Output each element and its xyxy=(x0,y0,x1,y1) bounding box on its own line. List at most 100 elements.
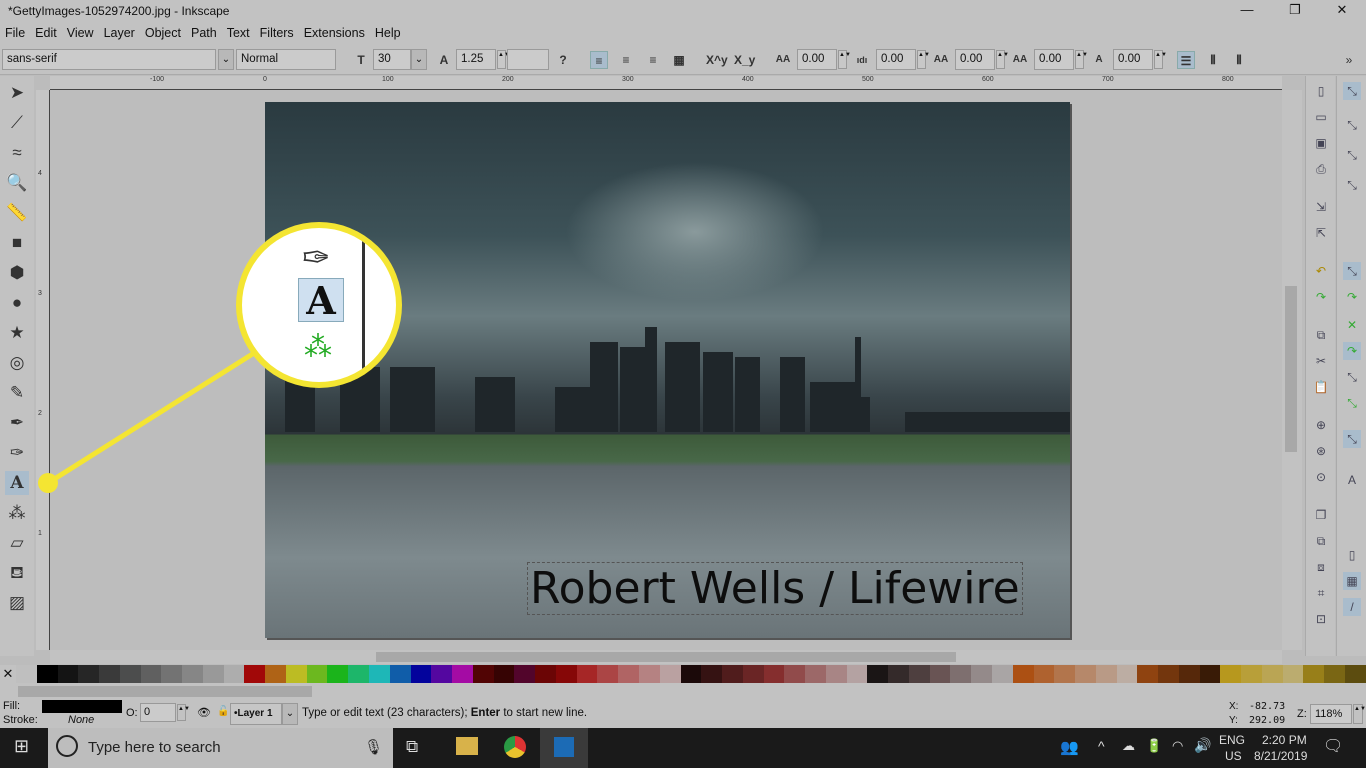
zoom-stepper[interactable]: ▲▼ xyxy=(1353,704,1366,724)
color-swatch[interactable] xyxy=(161,665,183,683)
zoom-input[interactable]: 118% xyxy=(1310,704,1352,724)
color-swatch[interactable] xyxy=(867,665,889,683)
color-swatch[interactable] xyxy=(265,665,286,683)
duplicate-icon[interactable]: ❐ xyxy=(1312,506,1330,524)
network-error-icon[interactable]: ☁ xyxy=(1122,738,1135,754)
color-swatch[interactable] xyxy=(348,665,370,683)
no-paint-swatch[interactable]: ✕ xyxy=(0,665,16,683)
color-swatch[interactable] xyxy=(763,665,785,683)
volume-icon[interactable]: 🔊 xyxy=(1194,737,1211,754)
snap-path-icon[interactable]: ↷ xyxy=(1343,288,1361,306)
color-swatch[interactable] xyxy=(701,665,723,683)
color-swatch[interactable] xyxy=(1033,665,1055,683)
layer-lock-icon[interactable]: 🔓 xyxy=(217,706,229,717)
snap-intersection-icon[interactable]: ✕ xyxy=(1343,316,1361,334)
color-swatch[interactable] xyxy=(389,665,411,683)
clock-time[interactable]: 2:20 PM xyxy=(1262,733,1307,747)
horizontal-scrollbar[interactable] xyxy=(50,650,1282,664)
color-swatch[interactable] xyxy=(680,665,702,683)
battery-icon[interactable]: 🔋 xyxy=(1146,738,1162,754)
save-icon[interactable]: ▣ xyxy=(1312,134,1330,152)
color-swatch[interactable] xyxy=(888,665,909,683)
scrollbar-thumb[interactable] xyxy=(376,652,956,662)
task-view-icon[interactable]: ⧉ xyxy=(406,737,418,757)
color-swatch[interactable] xyxy=(576,665,598,683)
color-swatch[interactable] xyxy=(140,665,162,683)
color-swatch[interactable] xyxy=(285,665,307,683)
clone-icon[interactable]: ⧉ xyxy=(1312,532,1330,550)
zoom-selection-icon[interactable]: ⊕ xyxy=(1312,416,1330,434)
color-swatch[interactable] xyxy=(452,665,473,683)
paste-icon[interactable]: 📋 xyxy=(1312,378,1330,396)
color-swatch[interactable] xyxy=(1012,665,1034,683)
color-swatch[interactable] xyxy=(784,665,806,683)
color-swatch[interactable] xyxy=(1282,665,1304,683)
color-swatch[interactable] xyxy=(846,665,868,683)
color-swatch[interactable] xyxy=(825,665,847,683)
new-document-icon[interactable]: ▯ xyxy=(1312,82,1330,100)
layer-visibility-icon[interactable]: 👁 xyxy=(197,706,211,719)
color-swatch[interactable] xyxy=(950,665,972,683)
opacity-stepper[interactable]: ▲▼ xyxy=(177,704,190,721)
zoom-drawing-icon[interactable]: ⊛ xyxy=(1312,442,1330,460)
color-swatch[interactable] xyxy=(1137,665,1159,683)
color-swatch[interactable] xyxy=(1095,665,1117,683)
snap-toggle-icon[interactable]: ⤡ xyxy=(1343,82,1361,100)
color-swatch[interactable] xyxy=(659,665,681,683)
windows-start-icon[interactable]: ⊞ xyxy=(14,736,29,757)
redo-icon[interactable]: ↷ xyxy=(1312,288,1330,306)
unlink-clone-icon[interactable]: ⧈ xyxy=(1312,558,1330,576)
snap-midpoints-icon[interactable]: ⤡ xyxy=(1343,368,1361,386)
color-swatch[interactable] xyxy=(472,665,494,683)
notification-icon[interactable]: 🗨 xyxy=(1323,736,1343,756)
clock-date[interactable]: 8/21/2019 xyxy=(1254,749,1307,763)
color-swatch[interactable] xyxy=(555,665,577,683)
snap-grid-icon[interactable]: ▦ xyxy=(1343,572,1361,590)
color-swatch[interactable] xyxy=(1220,665,1242,683)
snap-guide-icon[interactable]: / xyxy=(1343,598,1361,616)
chevron-down-icon[interactable]: ⌄ xyxy=(282,703,298,725)
undo-icon[interactable]: ↶ xyxy=(1312,262,1330,280)
color-swatch[interactable] xyxy=(99,665,120,683)
snap-others-icon[interactable]: ⤡ xyxy=(1343,430,1361,448)
inkscape-taskbar-button[interactable] xyxy=(540,728,588,768)
color-swatch[interactable] xyxy=(244,665,266,683)
color-swatch[interactable] xyxy=(742,665,764,683)
scrollbar-thumb[interactable] xyxy=(1285,286,1297,452)
snap-center-icon[interactable]: ⤡ xyxy=(1343,394,1361,412)
stroke-value[interactable]: None xyxy=(68,714,94,726)
wifi-icon[interactable]: ◠ xyxy=(1172,738,1183,754)
opacity-input[interactable]: 0 xyxy=(140,703,176,722)
chrome-icon[interactable] xyxy=(504,736,526,758)
palette-scrollbar[interactable] xyxy=(18,686,312,697)
color-swatch[interactable] xyxy=(1178,665,1200,683)
microphone-icon[interactable]: 🎙 xyxy=(364,738,383,756)
color-swatch[interactable] xyxy=(722,665,743,683)
copy-icon[interactable]: ⧉ xyxy=(1312,326,1330,344)
snap-bbox-icon[interactable]: ⤡ xyxy=(1343,116,1361,134)
color-swatch[interactable] xyxy=(202,665,224,683)
color-swatch[interactable] xyxy=(431,665,453,683)
snap-text-baseline-icon[interactable]: A xyxy=(1343,471,1361,489)
color-swatch[interactable] xyxy=(1261,665,1283,683)
import-icon[interactable]: ⇲ xyxy=(1312,198,1330,216)
color-swatch[interactable] xyxy=(1324,665,1345,683)
people-icon[interactable]: 👥 xyxy=(1060,738,1079,756)
color-swatch[interactable] xyxy=(991,665,1013,683)
color-swatch[interactable] xyxy=(119,665,141,683)
color-swatch[interactable] xyxy=(16,665,37,683)
color-swatch[interactable] xyxy=(369,665,390,683)
color-swatch[interactable] xyxy=(535,665,556,683)
color-swatch[interactable] xyxy=(1303,665,1325,683)
color-swatch[interactable] xyxy=(57,665,79,683)
color-swatch[interactable] xyxy=(410,665,432,683)
color-swatch[interactable] xyxy=(1054,665,1076,683)
vertical-scrollbar[interactable] xyxy=(1282,90,1302,650)
snap-page-border-icon[interactable]: ▯ xyxy=(1343,546,1361,564)
color-swatch[interactable] xyxy=(1199,665,1221,683)
file-explorer-icon[interactable] xyxy=(456,737,478,755)
color-swatch[interactable] xyxy=(1241,665,1262,683)
cut-icon[interactable]: ✂ xyxy=(1312,352,1330,370)
language-indicator[interactable]: ENG xyxy=(1219,733,1245,747)
snap-bbox-corner-icon[interactable]: ⤡ xyxy=(1343,176,1361,194)
